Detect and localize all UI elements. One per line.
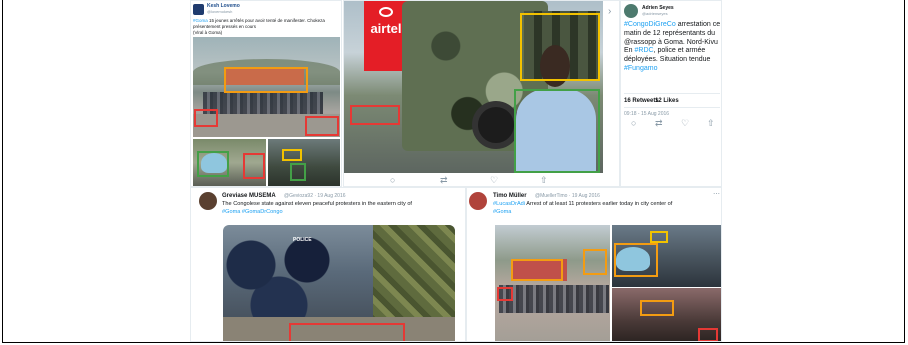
tweet-card-top-right: Adrien Seyes @adrienseyes #CongoDiGreCo … [620,0,722,187]
hashtag-link[interactable]: #Goma [493,209,511,216]
tweet-photo-thumb-1[interactable] [193,139,266,186]
annotation-box [194,109,218,127]
tweet-text-line1: The Congolese state against eleven peace… [222,201,412,207]
divider [624,107,720,108]
annotation-box [224,67,308,93]
like-icon[interactable]: ♡ [681,119,689,128]
hashtag-link[interactable]: #Fungamo [624,65,657,72]
tweet-photo-crowd[interactable] [495,225,610,341]
annotation-box [497,287,513,301]
share-icon[interactable]: ⇧ [540,176,548,185]
tweet-card-top-left: Kesh Lovemo @lovemokesh #Goma 15 jeunes … [190,0,342,187]
tweet-text: #Goma 15 jeunes arrêtés pour avoir tenté… [193,18,339,29]
tweet-author-handle: @MuellerTimo · 19 Aug 2016 [535,193,600,199]
tweet-author-handle: @adrienseyes [642,11,668,16]
tweet-photo-thumb-top[interactable] [612,225,721,287]
annotation-box [640,300,674,316]
retweet-icon[interactable]: ⇄ [440,176,448,185]
tweet-author-handle: @lovemokesh [207,9,233,14]
more-options-icon[interactable]: ⋯ [713,191,720,198]
truck-wheel [472,101,520,149]
tweet-author-handle: @Gevioza92 · 19 Aug 2016 [284,193,346,199]
hashtag-link[interactable]: #Goma #GomaDrCongo [222,209,283,216]
tweet-photo-thumb-bottom[interactable] [612,288,721,341]
annotation-box [350,105,400,125]
avatar [624,4,638,18]
retweet-count[interactable]: 16 Retweets [624,98,659,104]
like-icon[interactable]: ♡ [490,176,498,185]
hashtag-link[interactable]: #CongoDiGreCo [624,21,676,28]
avatar [469,192,487,210]
tweet-photo-arrest[interactable]: POLICE [223,225,455,341]
tweet-text-line2: (Viral à Goma) [193,30,223,35]
hashtag-link[interactable]: #LucasDrAdi [493,201,525,207]
tweet-photo-panel-center: airtel ○ ⇄ ♡ ⇧ › [343,0,620,187]
tweet-text: #LucasDrAdi Arrest of at least 11 protes… [493,201,719,208]
divider [624,93,720,94]
annotation-box [583,249,607,275]
like-count[interactable]: 12 Likes [655,98,679,104]
hashtag-link[interactable]: #Goma [193,18,208,23]
annotation-box [614,243,658,277]
tweet-text: #CongoDiGreCo arrestation ce matin de 12… [624,21,721,74]
chevron-right-icon[interactable]: › [608,7,611,17]
tweet-card-bottom-right: Timo Müller @MuellerTimo · 19 Aug 2016 ⋯… [466,187,722,342]
crowd-shape [203,92,323,114]
tweet-photo-street[interactable] [193,37,340,137]
tweet-card-bottom-left: Greviase MUSEMA @Gevioza92 · 19 Aug 2016… [190,187,466,342]
reply-icon[interactable]: ○ [631,119,636,128]
annotation-box [305,116,339,136]
annotation-box [698,328,718,341]
tweet-author-name[interactable]: Greviase MUSEMA [222,193,276,199]
annotation-box [514,89,600,173]
annotation-box [289,323,405,341]
annotation-box [197,151,229,177]
tweet-timestamp: 09:18 - 15 Aug 2016 [624,111,670,117]
annotation-box [520,13,600,81]
tweet-text-body: 15 jeunes arrêtés pour avoir tenté de ma… [193,18,325,29]
retweet-icon[interactable]: ⇄ [655,119,663,128]
tweet-photo-thumb-2[interactable] [268,139,340,186]
share-icon[interactable]: ⇧ [707,119,715,128]
annotation-box [650,231,668,243]
hashtag-link[interactable]: #RDC [635,47,654,54]
reply-icon[interactable]: ○ [390,176,395,185]
annotation-box [290,163,306,181]
annotation-box [511,259,563,281]
avatar [193,4,204,15]
crowd-shape [499,285,609,313]
tweet-author-name[interactable]: Timo Müller [493,193,527,199]
police-vest-label: POLICE [293,237,312,243]
avatar [199,192,217,210]
billboard-logo [379,7,393,17]
tweet-photo-truck[interactable]: airtel [344,1,603,173]
annotation-box [243,153,265,179]
tweet-text-body: Arrest of at least 11 protesters earlier… [525,201,673,207]
annotation-box [282,149,302,161]
